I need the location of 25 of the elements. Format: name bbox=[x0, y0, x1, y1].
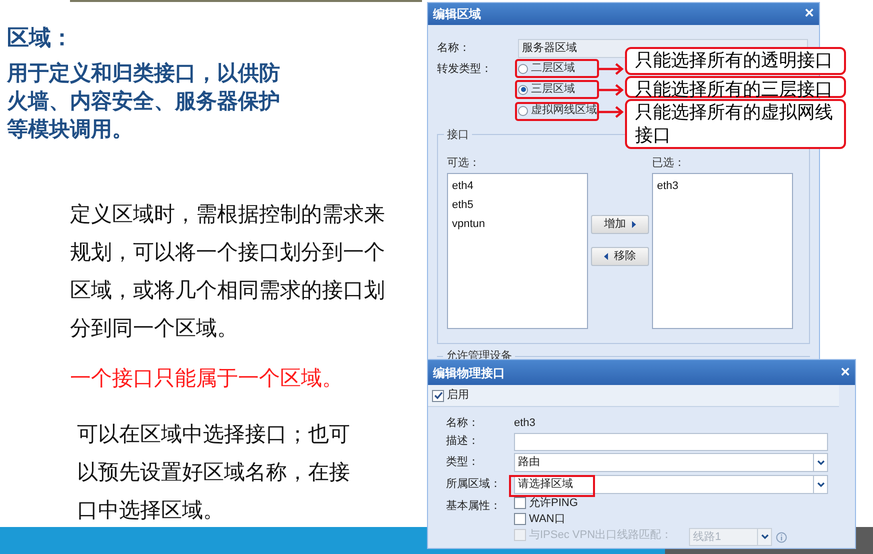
name-value: eth3 bbox=[514, 416, 536, 431]
slide-heading: 区域： bbox=[7, 24, 73, 52]
body-paragraph: 可以在区域中选择接口；也可以预先设置好区域名称，在接口中选择区域。 bbox=[77, 422, 351, 524]
callout-tooltip: 只能选择所有的三层接口 bbox=[625, 76, 846, 98]
callout-tooltip: 只能选择所有的虚拟网线接口 bbox=[625, 99, 846, 149]
list-label: 已选： bbox=[652, 156, 685, 171]
summary-text: 用于定义和归类接口，以供防火墙、内容安全、服务器保护等模块调用。 bbox=[7, 60, 281, 143]
body-paragraph: 定义区域时，需根据控制的需求来规划，可以将一个接口划分到一个区域，或将几个相同需求的接口划分到同一个区域。 bbox=[70, 202, 386, 342]
field-label: 基本属性： bbox=[446, 499, 502, 514]
field-label: 转发类型： bbox=[437, 62, 493, 77]
dialog-title: 编辑区域 bbox=[433, 6, 481, 23]
list-label: 可选： bbox=[447, 156, 480, 171]
checkbox-label: 启用 bbox=[447, 388, 469, 404]
checkbox-label: 与IPSec VPN出口线路匹配： bbox=[529, 528, 672, 543]
field-label: 名称： bbox=[437, 41, 471, 56]
select-placeholder: 请选择区域 bbox=[518, 477, 573, 492]
body-paragraph: 一个接口只能属于一个区域。 bbox=[70, 366, 344, 392]
field-label: 所属区域： bbox=[446, 477, 502, 492]
checkbox-label: WAN口 bbox=[529, 512, 566, 527]
callout-tooltip: 只能选择所有的透明接口 bbox=[625, 47, 846, 75]
dialog-title: 编辑物理接口 bbox=[433, 364, 505, 382]
checkbox-label: 允许PING bbox=[529, 496, 578, 511]
field-label: 名称： bbox=[446, 416, 480, 431]
field-label: 描述： bbox=[446, 434, 480, 450]
field-label: 类型： bbox=[446, 455, 480, 470]
